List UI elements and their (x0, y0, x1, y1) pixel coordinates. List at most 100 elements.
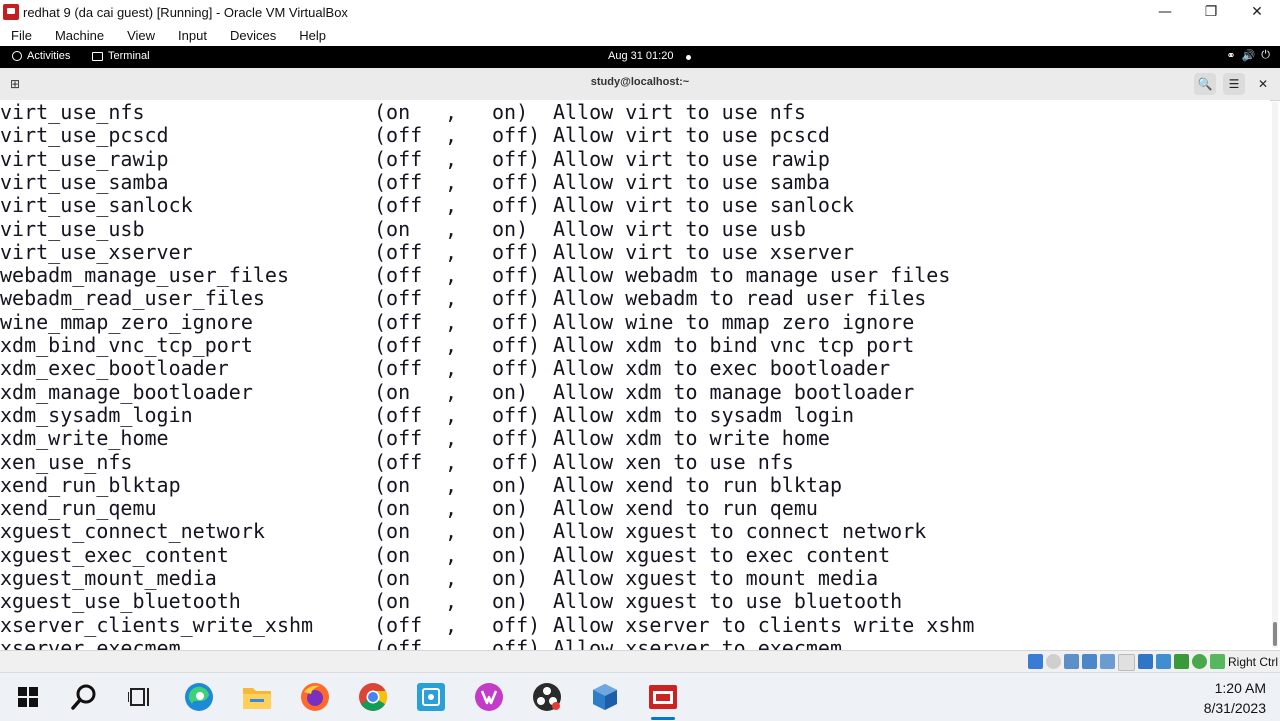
chrome-button[interactable] (357, 681, 389, 713)
activities-label: Activities (27, 50, 71, 62)
default-state: on) (492, 100, 529, 124)
current-state: (off (374, 146, 423, 171)
boolean-name: xdm_manage_bootloader (0, 379, 253, 404)
boolean-description: Allow webadm to manage user files (553, 263, 951, 288)
activities-button[interactable]: Activities (12, 50, 70, 62)
virtualbox-manager-button[interactable] (589, 681, 621, 713)
optical-indicator-icon[interactable] (1046, 654, 1061, 669)
separator: , (445, 589, 458, 614)
firefox-button[interactable] (299, 681, 331, 713)
boolean-description: Allow xserver to clients write xshm (553, 612, 975, 637)
separator: , (445, 100, 458, 124)
menu-help[interactable]: Help (288, 28, 338, 43)
current-state: (on (374, 379, 411, 404)
volume-icon: 🔊 (1241, 50, 1256, 62)
windows-taskbar: 1:20 AM 8/31/2023 (0, 672, 1280, 721)
terminal-icon (92, 51, 103, 61)
minimize-button[interactable]: — (1142, 0, 1188, 24)
system-tray[interactable]: ⚭ 🔊 ⏻ (1226, 49, 1270, 62)
terminal-line: xdm_write_home (off, off) Allow xdm to writ… (0, 427, 1270, 450)
restore-button[interactable]: ❐ (1188, 0, 1234, 24)
taskbar-date: 8/31/2023 (1203, 700, 1266, 716)
boolean-name: xserver_clients_write_xshm (0, 612, 314, 637)
terminal-app-menu[interactable]: Terminal (92, 50, 150, 62)
search-button[interactable]: 🔍 (1194, 73, 1216, 95)
current-state: (off (374, 426, 423, 451)
folder-icon (243, 688, 271, 709)
default-state: off) (492, 309, 541, 334)
window-title: redhat 9 (da cai guest) [Running] - Orac… (23, 4, 348, 20)
keyboard-capture-icon[interactable] (1210, 654, 1225, 669)
terminal-line: virt_use_samba (off, off) Allow virt to use… (0, 169, 1270, 194)
terminal-line: virt_use_sanlock (off, off) Allow virt to u… (0, 194, 1270, 217)
edge-browser-button[interactable] (183, 681, 215, 713)
current-state: (off (374, 123, 423, 148)
scrollbar-thumb[interactable] (1273, 622, 1277, 646)
menu-view[interactable]: View (116, 28, 167, 43)
search-taskbar-button[interactable] (68, 681, 100, 713)
menu-machine[interactable]: Machine (44, 28, 116, 43)
terminal-output[interactable]: virt_use_nfs (on, on) Allow virt to use nfs… (0, 100, 1270, 650)
boolean-description: Allow wine to mmap zero ignore (553, 309, 915, 334)
shared-folder-indicator-icon[interactable] (1118, 654, 1135, 671)
recording-indicator-icon[interactable] (1156, 654, 1171, 669)
menu-file[interactable]: File (0, 28, 44, 43)
network-icon: ⚭ (1226, 50, 1236, 62)
separator: , (445, 169, 458, 194)
gnome-top-bar: Activities Terminal Aug 31 01:20 ⚭ 🔊 ⏻ (0, 46, 1280, 68)
terminal-close-button[interactable]: ✕ (1254, 75, 1272, 93)
running-vm-button[interactable] (647, 681, 679, 720)
default-state: off) (492, 402, 541, 427)
task-view-icon (128, 688, 149, 706)
boolean-description: Allow xen to use nfs (553, 449, 794, 474)
separator: , (445, 193, 458, 218)
boolean-name: xend_run_qemu (0, 496, 157, 521)
taskbar-clock[interactable]: 1:20 AM 8/31/2023 (1204, 678, 1266, 718)
separator: , (445, 566, 458, 590)
network-indicator-icon[interactable] (1082, 654, 1097, 669)
separator: , (445, 263, 458, 288)
file-explorer-button[interactable] (241, 681, 273, 713)
menu-input[interactable]: Input (167, 28, 219, 43)
boolean-name: virt_use_pcscd (0, 123, 169, 148)
current-state: (off (374, 263, 423, 288)
separator: , (445, 402, 458, 427)
start-button[interactable] (12, 681, 44, 713)
boolean-name: virt_use_nfs (0, 100, 145, 124)
photos-app-button[interactable] (415, 681, 447, 713)
obs-recorder-button[interactable] (531, 681, 563, 713)
virtualbox-app-icon (3, 4, 19, 20)
hdd-indicator-icon[interactable] (1028, 654, 1043, 669)
gnome-clock[interactable]: Aug 31 01:20 (608, 50, 673, 62)
display-indicator-icon[interactable] (1138, 654, 1153, 669)
menu-devices[interactable]: Devices (219, 28, 288, 43)
vbox-title-bar: redhat 9 (da cai guest) [Running] - Orac… (0, 0, 1280, 24)
terminal-line: xdm_exec_bootloader (off, off) Allow xdm to… (0, 357, 1270, 380)
menu-button[interactable]: ☰ (1223, 73, 1245, 95)
close-icon: ✕ (1257, 77, 1269, 91)
activities-icon (12, 51, 22, 61)
terminal-line: virt_use_rawip (off, off) Allow virt to use… (0, 146, 1270, 171)
boolean-name: virt_use_sanlock (0, 193, 193, 218)
usb-indicator-icon[interactable] (1100, 654, 1115, 669)
current-state: (off (374, 333, 423, 357)
host-key-label: Right Ctrl (1227, 655, 1278, 669)
default-state: off) (492, 333, 541, 357)
close-button[interactable]: ✕ (1234, 0, 1280, 24)
default-state: on) (492, 519, 529, 544)
separator: , (445, 333, 458, 357)
audio-indicator-icon[interactable] (1064, 654, 1079, 669)
terminal-line: xguest_use_bluetooth (on, on) Allow xguest … (0, 590, 1270, 613)
cpu-indicator-icon[interactable] (1174, 654, 1189, 669)
terminal-line: xen_use_nfs (off, off) Allow xen to use nfs (0, 449, 1270, 474)
mouse-integration-icon[interactable] (1192, 654, 1207, 669)
current-state: (on (374, 100, 411, 124)
device-indicators (1028, 654, 1225, 671)
boolean-description: Allow virt to use pcscd (553, 123, 830, 148)
boolean-name: xguest_connect_network (0, 519, 265, 544)
boolean-description: Allow xdm to manage bootloader (553, 379, 915, 404)
terminal-scrollbar[interactable] (1272, 102, 1278, 648)
task-view-button[interactable] (124, 681, 156, 713)
current-state: (off (374, 193, 423, 218)
video-editor-button[interactable] (473, 681, 505, 713)
